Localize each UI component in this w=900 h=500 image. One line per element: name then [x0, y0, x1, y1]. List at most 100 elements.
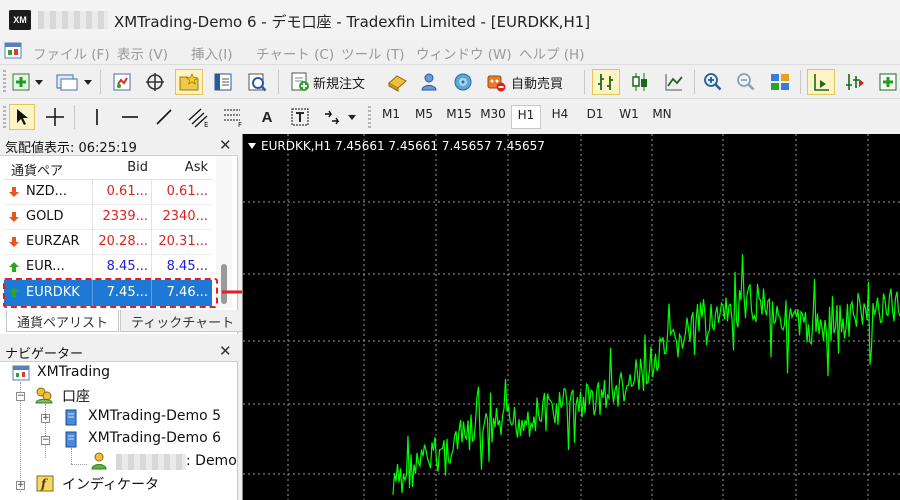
new-order-button[interactable]: 新規注文 [287, 70, 377, 94]
timeframe-m30[interactable]: M30 [478, 107, 508, 121]
table-row[interactable]: GOLD 2339... 2340... [4, 205, 212, 230]
app-menu-icon[interactable] [4, 42, 22, 59]
menu-insert[interactable]: 挿入(I) [191, 43, 233, 63]
table-row[interactable]: EURZAR 20.28... 20.31... [4, 230, 212, 255]
auto-trading-button[interactable]: 自動売買 [483, 70, 577, 94]
menu-chart[interactable]: チャート (C) [256, 43, 334, 63]
timeframe-w1[interactable]: W1 [615, 107, 643, 121]
auto-scroll-button[interactable] [807, 69, 835, 95]
zoom-out-button[interactable] [733, 70, 759, 94]
symbol-name: NZD... [26, 184, 68, 199]
zoom-in-button[interactable] [700, 70, 726, 94]
new-chart-icon [12, 73, 43, 91]
drawing-toolbar: E F A M1 M5 M15 M30 H1 H4 D1 W1 MN [0, 98, 900, 134]
text-label-button[interactable] [287, 105, 313, 129]
timeframe-d1[interactable]: D1 [581, 107, 609, 121]
line-chart-button[interactable] [661, 70, 687, 94]
fibonacci-button[interactable]: F [219, 105, 247, 129]
expand-icon[interactable]: + [16, 481, 25, 490]
timeframe-m1[interactable]: M1 [378, 107, 404, 121]
toolbar-grip[interactable] [368, 106, 371, 128]
column-header-bid[interactable]: Bid [96, 160, 148, 175]
collapse-icon[interactable]: − [16, 392, 25, 401]
crosshair-tool-button[interactable] [42, 105, 68, 129]
bar-chart-button[interactable] [592, 69, 620, 95]
timeframe-m5[interactable]: M5 [411, 107, 437, 121]
toolbar-grip[interactable] [3, 106, 6, 128]
account-user-label[interactable]: : Demo [186, 453, 237, 469]
market-watch-icon [113, 73, 131, 91]
navigator-toggle-button[interactable] [175, 69, 203, 95]
down-arrow-icon [9, 212, 19, 222]
zoom-out-icon [737, 73, 755, 91]
trendline-button[interactable] [151, 105, 177, 129]
arrows-dropdown-button[interactable] [320, 105, 360, 129]
equidistant-channel-button[interactable]: E [184, 105, 212, 129]
menu-tools[interactable]: ツール (T) [341, 43, 405, 63]
toolbar-grip[interactable] [3, 70, 6, 92]
menu-view[interactable]: 表示 (V) [117, 43, 168, 63]
cell-divider [92, 230, 93, 255]
metaeditor-button[interactable] [384, 70, 410, 94]
signals-button[interactable] [416, 70, 442, 94]
chart-canvas [243, 134, 900, 500]
timeframe-h1[interactable]: H1 [511, 105, 541, 129]
star-folder-icon [179, 73, 199, 91]
auto-trading-label: 自動売買 [511, 77, 564, 92]
svg-text:E: E [204, 121, 208, 128]
line-chart-icon [665, 74, 683, 91]
account-demo-6[interactable]: XMTrading-Demo 6 [88, 430, 221, 446]
column-header-ask[interactable]: Ask [154, 160, 208, 175]
column-header-symbol[interactable]: 通貨ペア [11, 160, 63, 179]
toolbar-separator [800, 70, 801, 94]
toolbar-separator [278, 70, 279, 94]
horizontal-line-button[interactable] [117, 105, 143, 129]
market-watch-column-headers: 通貨ペア Bid Ask [4, 156, 212, 180]
collapse-icon[interactable]: − [41, 436, 50, 445]
chart-shift-button[interactable] [842, 70, 868, 94]
table-row[interactable]: EUR... 8.45... 8.45... [4, 255, 212, 280]
tile-windows-icon [771, 74, 789, 90]
navigator-header: ナビゲーター ✕ [0, 340, 238, 362]
menu-file[interactable]: ファイル (F) [33, 43, 110, 63]
chart-menu-triangle-icon[interactable] [248, 143, 256, 149]
table-row[interactable]: NZD... 0.61... 0.61... [4, 180, 212, 205]
strategy-tester-button[interactable] [244, 70, 270, 94]
cell-divider [92, 205, 93, 230]
cursor-tool-button[interactable] [9, 104, 35, 130]
account-demo-5[interactable]: XMTrading-Demo 5 [88, 408, 221, 424]
toolbar-separator [74, 105, 75, 129]
menu-help[interactable]: ヘルプ (H) [519, 43, 584, 63]
price-chart[interactable]: EURDKK,H1 7.45661 7.45661 7.45657 7.4565… [242, 134, 900, 500]
cursor-arrow-icon [17, 109, 28, 125]
bid-price: 2339... [102, 209, 148, 224]
timeframe-mn[interactable]: MN [648, 107, 676, 121]
terminal-toggle-button[interactable] [210, 70, 236, 94]
close-icon[interactable]: ✕ [219, 342, 232, 360]
timeframe-m15[interactable]: M15 [444, 107, 474, 121]
text-tool-button[interactable]: A [254, 105, 280, 129]
market-button[interactable] [450, 70, 476, 94]
indicators-node[interactable]: インディケータ [62, 474, 159, 494]
cell-divider [151, 255, 152, 280]
tree-line [71, 448, 72, 464]
navigator-root[interactable]: XMTrading [37, 364, 110, 380]
new-chart-button[interactable] [10, 70, 46, 94]
market-watch-title: 気配値表示: 06:25:19 [5, 141, 137, 156]
fibonacci-icon: F [224, 109, 242, 128]
tab-tick-chart[interactable]: ティックチャート [120, 310, 246, 332]
tab-symbols-list[interactable]: 通貨ペアリスト [6, 310, 120, 332]
close-icon[interactable]: ✕ [219, 136, 232, 154]
data-window-button[interactable] [142, 70, 168, 94]
timeframe-h4[interactable]: H4 [546, 107, 574, 121]
templates-button[interactable] [876, 70, 900, 94]
auto-trading-icon [487, 75, 506, 92]
profiles-button[interactable] [54, 70, 94, 94]
vertical-line-button[interactable] [84, 105, 110, 129]
market-watch-toggle-button[interactable] [109, 70, 135, 94]
candlestick-chart-button[interactable] [627, 70, 653, 94]
expand-icon[interactable]: + [41, 414, 50, 423]
menu-window[interactable]: ウィンドウ (W) [416, 43, 512, 63]
accounts-node[interactable]: 口座 [62, 386, 90, 406]
tile-windows-button[interactable] [767, 70, 793, 94]
